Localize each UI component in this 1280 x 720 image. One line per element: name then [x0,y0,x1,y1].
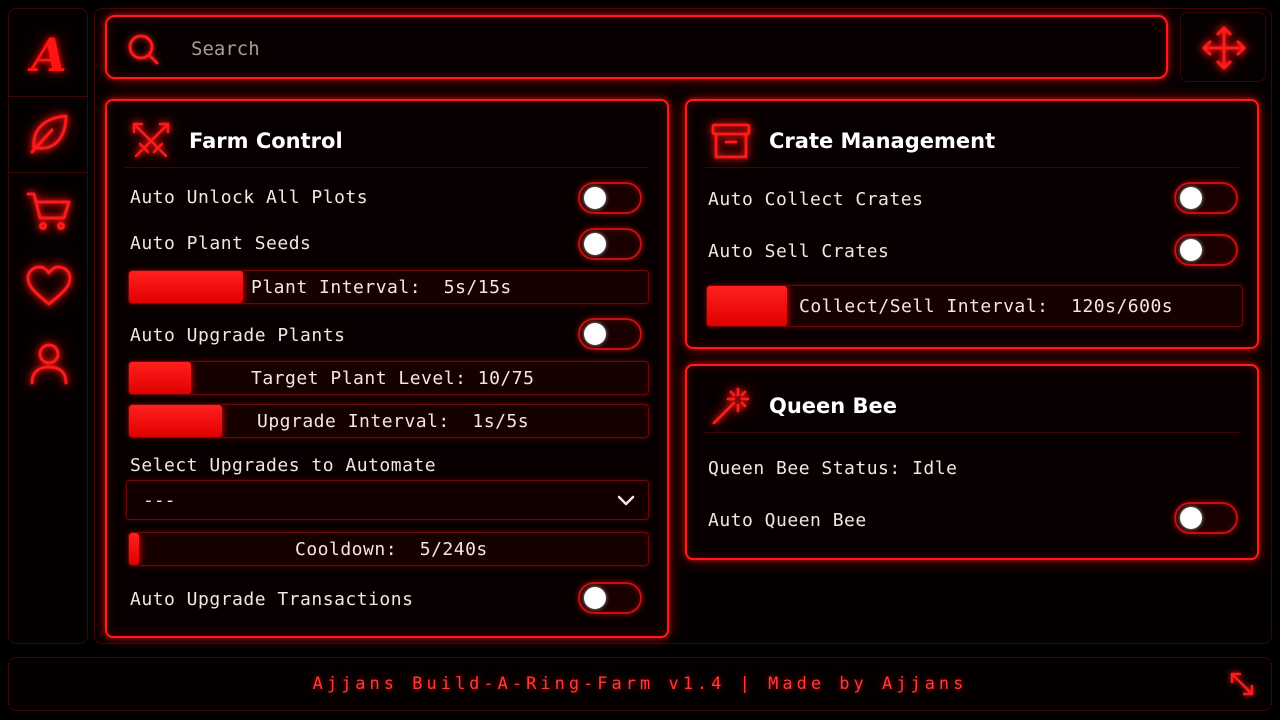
panel-title: Farm Control [189,129,343,153]
slider-fill [129,533,140,565]
toggle-knob [1180,187,1202,209]
cooldown-slider[interactable]: Cooldown: 5/240s [128,532,649,566]
sidebar-divider [9,172,87,173]
auto-unlock-label: Auto Unlock All Plots [130,187,369,208]
collect-sell-interval-slider[interactable]: Collect/Sell Interval: 120s/600s [706,285,1243,327]
slider-fill [129,271,244,303]
slider-fill [707,286,788,326]
slider-fill [129,362,192,394]
upgrade-interval-slider[interactable]: Upgrade Interval: 1s/5s [128,404,649,438]
auto-upgrade-label: Auto Upgrade Plants [130,325,346,346]
farm-control-header: Farm Control [125,115,649,168]
slider-label: Upgrade Interval: 1s/5s [257,410,530,432]
auto-plant-label: Auto Plant Seeds [130,233,312,254]
sidebar-divider [9,96,87,97]
move-handle[interactable] [1180,12,1266,82]
cart-icon[interactable] [19,181,79,241]
chevron-down-icon [616,490,636,514]
farm-control-panel: Farm Control Auto Unlock All Plots Auto … [105,99,669,638]
auto-transactions-label: Auto Upgrade Transactions [130,589,414,610]
panel-title: Queen Bee [769,394,898,418]
toggle-knob [584,323,606,345]
auto-plant-toggle[interactable] [578,228,642,260]
select-upgrades-label: Select Upgrades to Automate [130,455,437,476]
toggle-knob [584,187,606,209]
auto-unlock-toggle[interactable] [578,182,642,214]
search-bar [105,15,1168,79]
queen-bee-header: Queen Bee [705,380,1239,433]
auto-collect-label: Auto Collect Crates [708,189,924,210]
slider-label: Plant Interval: 5s/15s [251,276,512,298]
crate-management-header: Crate Management [705,115,1239,168]
crate-management-panel: Crate Management Auto Collect Crates Aut… [685,99,1259,349]
footer: Ajjans Build-A-Ring-Farm v1.4 | Made by … [8,657,1272,711]
leaf-icon[interactable] [19,103,79,163]
user-icon[interactable] [19,334,79,394]
footer-credit: Ajjans Build-A-Ring-Farm v1.4 | Made by … [312,674,968,694]
queen-bee-panel: Queen Bee Queen Bee Status: Idle Auto Qu… [685,364,1259,560]
status-label: Queen Bee Status: [708,458,901,479]
dropdown-value: --- [143,490,176,511]
slider-label: Target Plant Level: 10/75 [251,367,535,389]
upgrades-dropdown[interactable]: --- [126,480,649,520]
target-level-slider[interactable]: Target Plant Level: 10/75 [128,361,649,395]
move-icon [1201,25,1247,75]
toggle-knob [1180,507,1202,529]
auto-upgrade-toggle[interactable] [578,318,642,350]
sidebar: A [8,8,88,644]
auto-sell-toggle[interactable] [1174,234,1238,266]
resize-icon[interactable] [1229,671,1255,701]
heart-icon[interactable] [19,257,79,317]
logo-icon[interactable]: A [19,25,79,85]
search-input[interactable] [189,31,1133,67]
auto-queen-label: Auto Queen Bee [708,510,867,531]
queen-bee-status: Queen Bee Status: Idle [708,458,957,479]
slider-label: Collect/Sell Interval: 120s/600s [799,295,1174,317]
slider-fill [129,405,223,437]
slider-label: Cooldown: 5/240s [295,538,488,560]
auto-collect-toggle[interactable] [1174,182,1238,214]
auto-transactions-toggle[interactable] [578,582,642,614]
status-value: Idle [912,458,958,479]
plant-interval-slider[interactable]: Plant Interval: 5s/15s [128,270,649,304]
crossed-swords-icon [129,119,173,163]
auto-queen-toggle[interactable] [1174,502,1238,534]
app-window: A Search Farm Control Auto Unlock All Pl… [0,0,1280,720]
search-icon [127,33,161,71]
logo-letter: A [31,28,67,82]
panel-title: Crate Management [769,129,996,153]
toggle-knob [1180,239,1202,261]
auto-sell-label: Auto Sell Crates [708,241,890,262]
archive-box-icon [709,119,753,163]
toggle-knob [584,587,606,609]
magic-wand-icon [709,384,753,428]
toggle-knob [584,233,606,255]
